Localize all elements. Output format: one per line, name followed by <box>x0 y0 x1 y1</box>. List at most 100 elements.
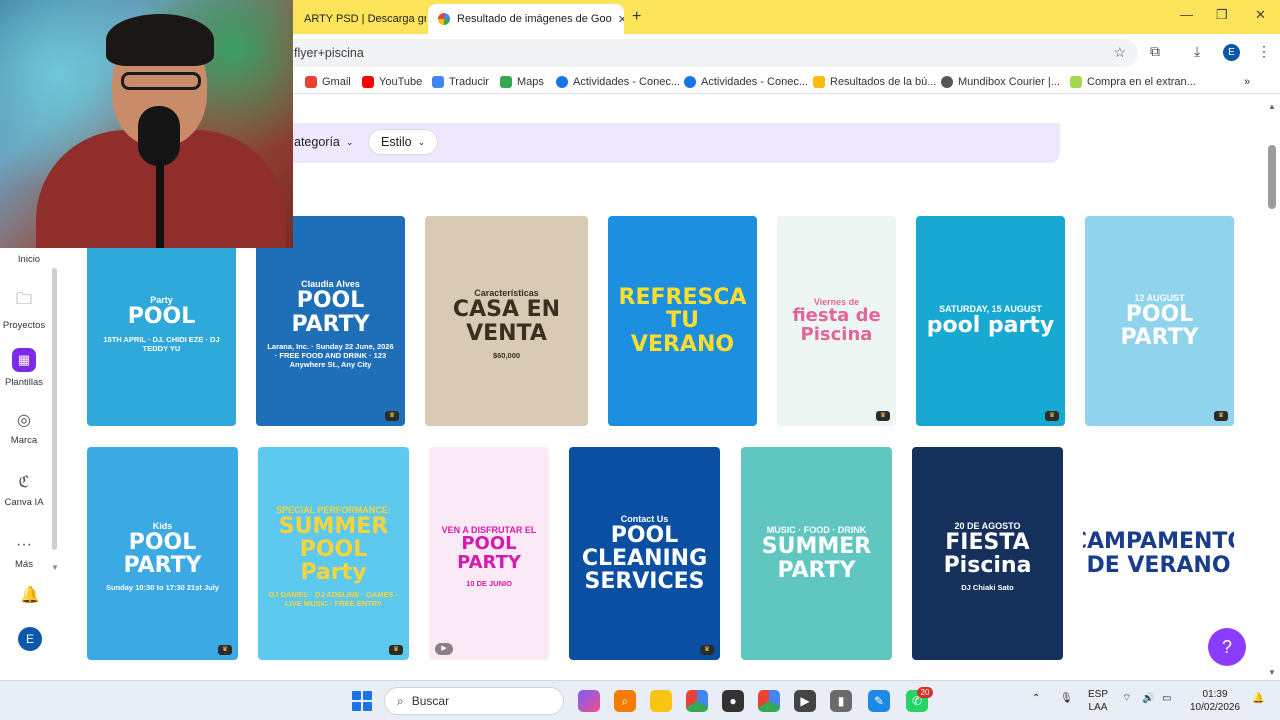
more-icon: ··· <box>16 536 32 553</box>
template-card[interactable]: REFRESCA TU VERANO <box>608 216 757 426</box>
chrome-icon[interactable] <box>686 690 708 712</box>
bookmark-actividades-2[interactable]: Actividades - Conec... <box>684 76 808 88</box>
whatsapp-badge: 20 <box>917 687 933 698</box>
template-card[interactable]: Kids POOL PARTY Sunday 10:30 to 17:30 21st… <box>87 447 238 660</box>
battery-icon[interactable]: ▭ <box>1162 692 1171 705</box>
template-card[interactable]: 12 AUGUST POOL PARTY ♛ <box>1085 216 1234 426</box>
help-button[interactable]: ? <box>1208 628 1246 666</box>
recorder-icon[interactable]: ● <box>722 690 744 712</box>
video-editor-icon[interactable]: ▮ <box>830 690 852 712</box>
webcam-overlay <box>0 0 293 248</box>
template-details: 10 DE JUNIO <box>466 578 512 588</box>
template-details: Sunday 10:30 to 17:30 21st July <box>106 583 219 593</box>
premium-crown-icon: ♛ <box>389 645 403 655</box>
tray-overflow-icon[interactable]: ⌃ <box>1032 692 1040 705</box>
template-title: REFRESCA TU VERANO <box>618 285 747 357</box>
template-details: $60,000 <box>492 350 521 360</box>
language-indicator[interactable]: ESP LAA <box>1088 688 1108 714</box>
template-card[interactable]: Características CASA EN VENTA $60,000 <box>425 216 588 426</box>
address-input[interactable]: flyer+piscina ☆ <box>282 39 1138 67</box>
bookmark-compra[interactable]: Compra en el extran... <box>1070 76 1196 88</box>
bookmark-drive[interactable]: Resultados de la bú... <box>813 76 936 88</box>
bookmark-actividades-1[interactable]: Actividades - Conec... <box>556 76 680 88</box>
template-card[interactable]: CAMPAMENTO DE VERANO <box>1083 447 1234 660</box>
t-icon <box>556 76 568 88</box>
template-title: SUMMER POOL Party <box>278 513 389 586</box>
browser-tab-active[interactable]: Resultado de imágenes de Goo ✕ <box>428 4 624 34</box>
template-title: fiesta de Piscina <box>792 305 881 345</box>
youtube-icon <box>362 76 374 88</box>
clock[interactable]: 01:39 10/02/2026 <box>1190 688 1240 714</box>
bookmark-star-icon[interactable]: ☆ <box>1113 44 1126 61</box>
close-tab-icon[interactable]: ✕ <box>612 13 624 26</box>
profile-avatar[interactable]: E <box>1223 44 1240 61</box>
taskbar-search[interactable]: ⌕ Buscar <box>384 687 564 715</box>
page-scrollbar-thumb[interactable] <box>1268 145 1276 209</box>
notifications-button[interactable]: 🔔 <box>6 585 54 610</box>
editor-icon[interactable]: ✎ <box>868 690 890 712</box>
search-app-icon[interactable]: ⌕ <box>614 690 636 712</box>
user-avatar[interactable]: E <box>18 627 42 651</box>
template-title: pool party <box>926 313 1055 339</box>
google-icon <box>438 13 450 25</box>
template-card[interactable]: Contact Us POOL CLEANING SERVICES ♛ <box>569 447 720 660</box>
template-card[interactable]: SATURDAY, 15 AUGUST pool party ♛ <box>916 216 1065 426</box>
scroll-up-icon[interactable]: ▲ <box>1268 102 1276 111</box>
premium-crown-icon: ♛ <box>876 411 890 421</box>
media-player-icon[interactable]: ▶ <box>794 690 816 712</box>
bookmark-youtube[interactable]: YouTube <box>362 76 422 88</box>
sidebar-item-mas[interactable]: ··· Más <box>0 536 48 570</box>
chrome-active-icon[interactable] <box>758 690 780 712</box>
video-play-icon: ▶ <box>435 643 453 655</box>
style-filter[interactable]: Estilo ⌄ <box>368 129 439 155</box>
maximize-icon[interactable]: ❐ <box>1216 7 1228 23</box>
sidebar-item-inicio[interactable]: Inicio <box>5 254 53 265</box>
bookmark-maps[interactable]: Maps <box>500 76 544 88</box>
browser-tab[interactable]: ARTY PSD | Descarga gr ✕ <box>294 4 426 34</box>
template-details: 15TH APRIL · DJ. CHIDI EZE · DJ TEDDY YU <box>103 334 220 353</box>
bookmark-gmail[interactable]: Gmail <box>305 76 351 88</box>
minimize-icon[interactable]: — <box>1180 7 1193 22</box>
category-filter[interactable]: ategoría ⌄ <box>282 129 365 155</box>
extensions-icon[interactable]: ⧉ <box>1150 43 1160 60</box>
sidebar-item-plantillas[interactable]: ▦ Plantillas <box>0 348 48 388</box>
sidebar-item-proyectos[interactable]: 🗀 Proyectos <box>0 288 48 331</box>
new-tab-button[interactable]: + <box>632 8 641 26</box>
menu-kebab-icon[interactable]: ⋮ <box>1257 43 1271 60</box>
volume-icon[interactable]: 🔊 <box>1142 692 1154 705</box>
canva-ai-icon: ℭ <box>18 474 30 491</box>
template-card[interactable]: MUSIC · FOOD · DRINK SUMMER PARTY <box>741 447 892 660</box>
folder-icon: 🗀 <box>15 291 32 308</box>
templates-icon: ▦ <box>12 348 36 372</box>
premium-crown-icon: ♛ <box>218 645 232 655</box>
template-title: POOL CLEANING SERVICES <box>581 522 708 595</box>
chevron-down-icon: ⌄ <box>345 136 354 147</box>
sidebar-item-canva-ia[interactable]: ℭ Canva IA <box>0 472 48 508</box>
microphone-tray-icon[interactable]: 🎙 <box>1060 692 1073 705</box>
bookmark-translate[interactable]: Traducir <box>432 76 489 88</box>
template-title: POOL PARTY <box>291 288 370 337</box>
template-card[interactable]: 20 DE AGOSTO FIESTA Piscina DJ Chiaki Sato <box>912 447 1063 660</box>
notification-center-icon[interactable]: 🔔 <box>1252 692 1264 705</box>
copilot-icon[interactable] <box>578 690 600 712</box>
sidebar-scrollbar[interactable] <box>52 268 57 550</box>
bookmark-mundibox[interactable]: Mundibox Courier |... <box>941 76 1060 88</box>
microphone <box>138 106 180 166</box>
download-icon[interactable]: ⤓ <box>1194 43 1200 60</box>
wifi-icon[interactable]: ⌔ <box>1122 692 1131 705</box>
template-card[interactable]: VEN A DISFRUTAR EL POOL PARTY 10 DE JUNIO ▶ <box>429 447 549 660</box>
screen: ARTY PSD | Descarga gr ✕ Resultado de im… <box>0 0 1280 720</box>
file-explorer-icon[interactable] <box>650 690 672 712</box>
template-title: SUMMER PARTY <box>761 534 872 583</box>
template-title: POOL <box>127 304 196 330</box>
template-card[interactable]: SPECIAL PERFORMANCE: SUMMER POOL Party DJ … <box>258 447 409 660</box>
windows-taskbar: ⌕ Buscar ⌕ ● ▶ ▮ ✎ ✆ 20 ⌃ 🎙 ESP LAA ⌔ 🔊 ▭ … <box>0 680 1280 720</box>
windows-start-icon[interactable] <box>352 691 372 711</box>
scroll-down-icon[interactable]: ▼ <box>1268 668 1276 677</box>
template-details: DJ DANIEL · DJ ADELINE · GAMES - LIVE MU… <box>268 590 399 609</box>
sidebar-item-marca[interactable]: ◎ Marca <box>0 410 48 446</box>
template-card[interactable]: Viernes de fiesta de Piscina ♛ <box>777 216 896 426</box>
sidebar-scroll-down-icon[interactable]: ▼ <box>51 563 59 572</box>
close-window-icon[interactable]: ✕ <box>1255 7 1266 23</box>
bookmarks-overflow-icon[interactable]: » <box>1244 76 1250 88</box>
